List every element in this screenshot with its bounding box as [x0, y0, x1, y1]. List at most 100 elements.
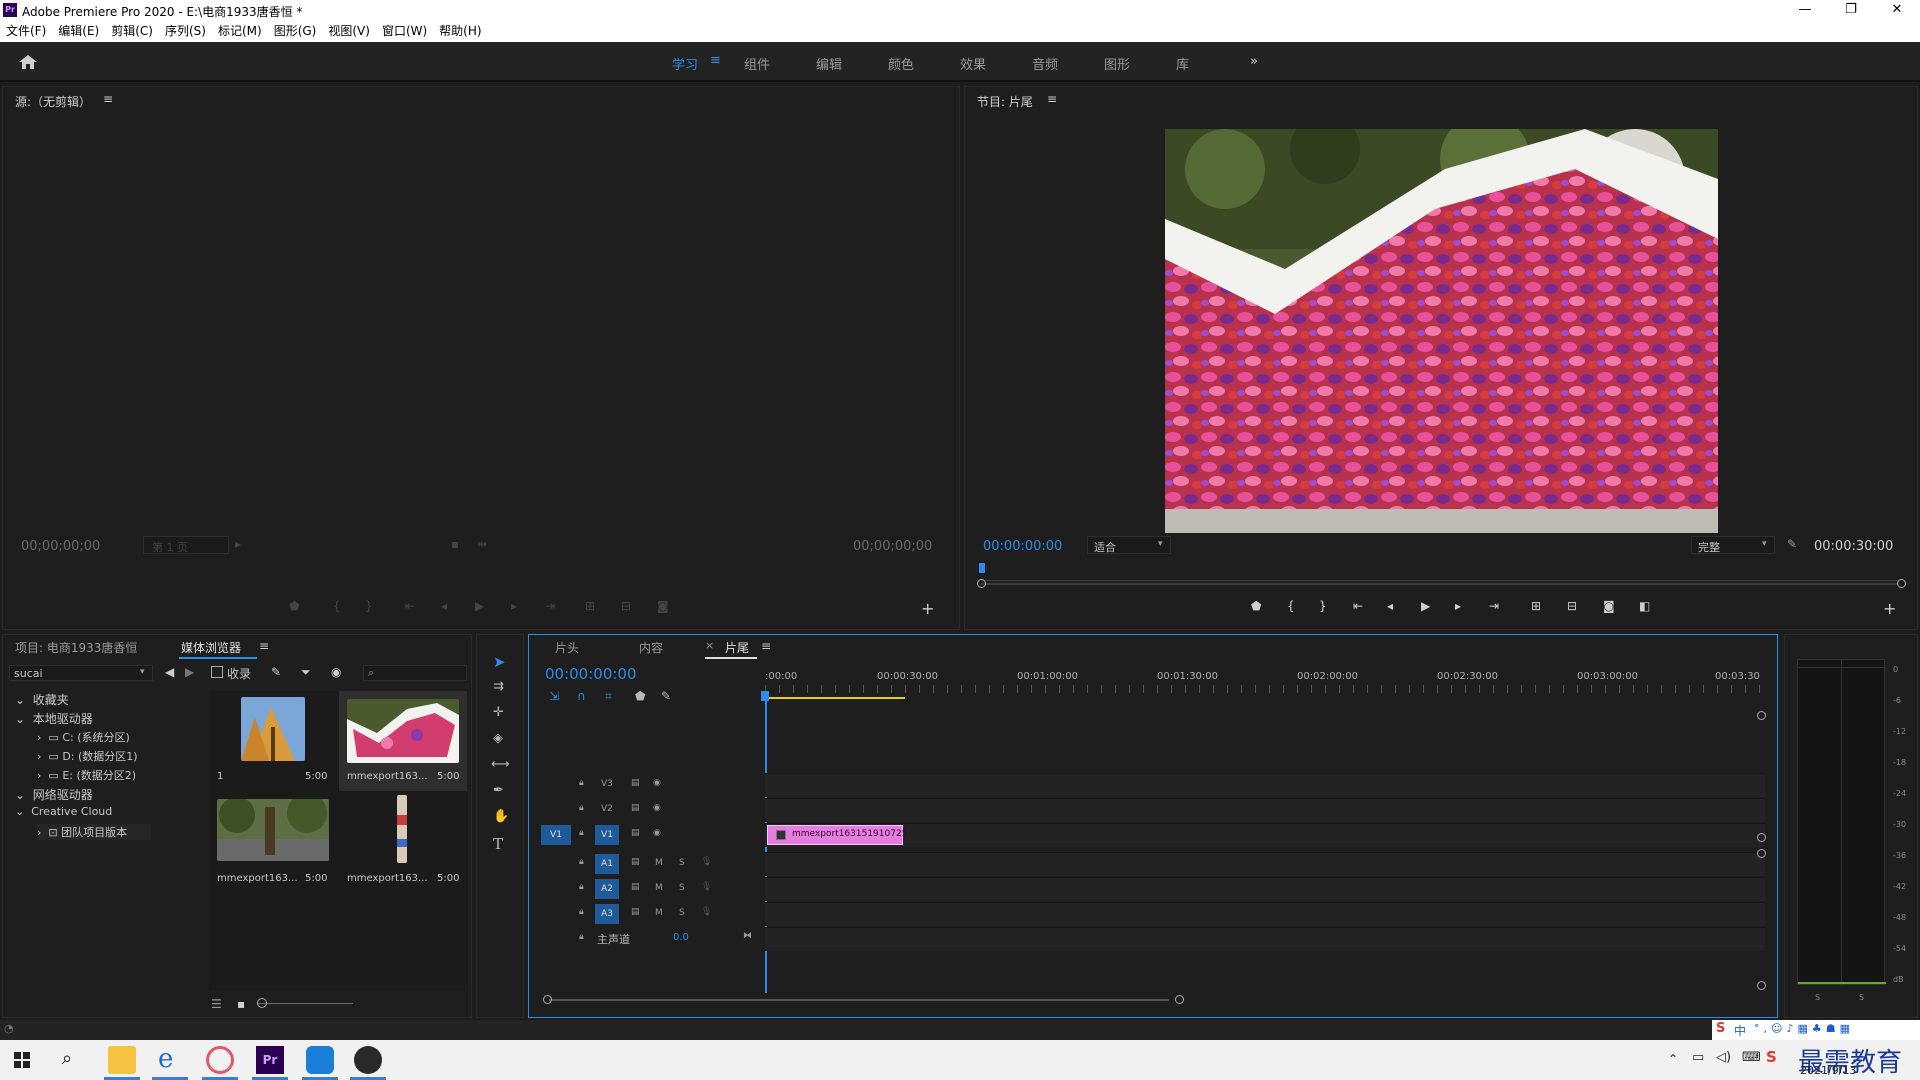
zoom-scrollbar[interactable] [981, 583, 1899, 585]
ingest-checkbox[interactable] [211, 666, 223, 678]
minimize-icon[interactable]: — [1782, 0, 1828, 20]
menu-sequence[interactable]: 序列(S) [159, 20, 212, 42]
settings-icon[interactable]: ▪ [451, 537, 459, 551]
play-icon[interactable]: ▶ [475, 599, 484, 613]
menu-view[interactable]: 视图(V) [322, 20, 376, 42]
close-icon[interactable]: ✕ [1874, 0, 1920, 20]
snap-icon[interactable]: ∩ [577, 689, 586, 703]
drag-icon[interactable]: ⇹ [477, 537, 487, 551]
eye-icon[interactable]: ◉ [653, 803, 661, 813]
tree-item-drive-c[interactable]: › ▭ C: (系统分区) [37, 729, 130, 745]
track-lane-a3[interactable] [765, 902, 1765, 926]
tree-item-drive-e[interactable]: › ▭ E: (数据分区2) [37, 767, 136, 783]
step-forward-icon[interactable]: ▸ [511, 599, 517, 613]
list-view-icon[interactable]: ☰ [211, 997, 222, 1011]
icon-view-icon[interactable]: ▪ [237, 997, 245, 1011]
page-next-icon[interactable]: ▸ [235, 537, 241, 551]
media-item[interactable]: mmexport163... 5:00 [209, 793, 337, 893]
mic-icon[interactable]: 🎙︎ [701, 907, 712, 917]
photos-app-icon[interactable] [354, 1046, 382, 1074]
menu-graphics[interactable]: 图形(G) [268, 20, 323, 42]
h-scroll-handle-right[interactable] [1175, 995, 1184, 1004]
go-to-out-icon[interactable]: ⇥ [1489, 599, 1499, 613]
menu-edit[interactable]: 编辑(E) [52, 20, 105, 42]
panel-menu-icon[interactable]: ≡ [761, 639, 771, 653]
lock-icon[interactable]: 🔒︎ [579, 828, 584, 838]
tray-chevron-icon[interactable]: ⌃ [1668, 1052, 1678, 1066]
forward-icon[interactable]: ▶ [185, 665, 194, 679]
tree-item-drive-d[interactable]: › ▭ D: (数据分区1) [37, 748, 138, 764]
menu-window[interactable]: 窗口(W) [376, 20, 433, 42]
solo-left-button[interactable]: S [1815, 993, 1820, 1002]
h-scroll-handle-left[interactable] [543, 995, 552, 1004]
marker-icon[interactable]: ⬟ [1251, 599, 1261, 613]
search-input[interactable]: ⌕ [363, 665, 467, 681]
quality-dropdown[interactable]: 完整 ▾ [1691, 536, 1775, 554]
solo-button[interactable]: S [679, 858, 685, 868]
ime-mode[interactable]: 中 [1734, 1022, 1746, 1039]
tab-close-icon[interactable]: × [705, 639, 714, 652]
screen-recorder-icon[interactable] [206, 1046, 234, 1074]
v-scroll-handle[interactable] [1757, 849, 1766, 858]
sync-lock-icon[interactable]: ▤ [631, 803, 640, 813]
v-scroll-handle[interactable] [1757, 833, 1766, 842]
eye-icon[interactable]: ◉ [653, 778, 661, 788]
go-to-in-icon[interactable]: ⇤ [1353, 599, 1363, 613]
lift-icon[interactable]: ⊞ [1531, 599, 1541, 613]
zoom-dropdown[interactable]: 适合 ▾ [1087, 536, 1171, 554]
hand-tool-icon[interactable]: ✋ [493, 809, 509, 824]
search-icon[interactable]: ⌕ [62, 1048, 72, 1069]
export-frame-icon[interactable]: ◙ [657, 599, 669, 613]
solo-right-button[interactable]: S [1859, 993, 1864, 1002]
ime-tool-icons[interactable]: °,☺♪▦♣☗▦ [1754, 1022, 1854, 1035]
go-to-out-icon[interactable]: ⇥ [545, 599, 555, 613]
linked-selection-icon[interactable]: ⌗ [605, 689, 612, 704]
type-tool-icon[interactable]: T [493, 835, 503, 853]
master-volume-value[interactable]: 0.0 [673, 932, 689, 943]
lock-icon[interactable]: 🔒︎ [579, 803, 584, 813]
timeline-settings-icon[interactable]: ✎ [661, 689, 671, 703]
panel-menu-icon[interactable]: ≡ [259, 639, 269, 653]
track-target-v1[interactable]: V1 [595, 825, 619, 845]
volume-icon[interactable]: ◁) [1716, 1050, 1731, 1065]
play-icon[interactable]: ▶ [1421, 599, 1430, 613]
go-to-in-icon[interactable]: ⇤ [405, 599, 415, 613]
razor-tool-icon[interactable]: ◈ [493, 731, 503, 746]
wrench-icon[interactable]: ✎ [1787, 537, 1797, 551]
program-scrub-ruler[interactable] [981, 565, 1899, 581]
mark-in-icon[interactable]: { [1287, 599, 1295, 613]
source-timecode-left[interactable]: 00;00;00;00 [21, 539, 100, 554]
tab-sequence-content[interactable]: 内容 [639, 639, 663, 656]
step-forward-icon[interactable]: ▸ [1455, 599, 1461, 613]
track-lane-v2[interactable] [765, 798, 1765, 822]
workspace-editing[interactable]: 编辑 [816, 54, 842, 73]
restore-icon[interactable]: ❐ [1828, 0, 1874, 20]
mute-button[interactable]: M [655, 858, 663, 868]
zoom-slider[interactable] [257, 1003, 353, 1004]
panel-menu-icon[interactable]: ≡ [1047, 92, 1057, 106]
wrench-icon[interactable]: ✎ [271, 665, 281, 679]
mute-button[interactable]: M [655, 883, 663, 893]
sync-lock-icon[interactable]: ▤ [631, 882, 640, 892]
tab-project[interactable]: 项目: 电商1933唐香恒 [15, 639, 137, 656]
zoom-slider-handle[interactable] [257, 998, 267, 1008]
track-select-tool-icon[interactable]: ⇉ [493, 679, 504, 694]
solo-button[interactable]: S [679, 883, 685, 893]
workspace-assembly[interactable]: 组件 [744, 54, 770, 73]
go-to-end-icon[interactable]: ⧓ [743, 931, 752, 941]
tree-item-creative-cloud[interactable]: ⌄ Creative Cloud [15, 805, 112, 818]
marker-icon[interactable]: ⬟ [289, 599, 299, 613]
export-frame-icon[interactable]: ◙ [1603, 599, 1615, 613]
mark-out-icon[interactable]: } [1319, 599, 1327, 613]
scroll-handle-right[interactable] [1897, 579, 1906, 588]
compare-icon[interactable]: ◧ [1639, 599, 1650, 613]
media-item-selected[interactable]: mmexport163... 5:00 [339, 691, 467, 791]
page-dropdown[interactable]: 第 1 页 [143, 536, 229, 554]
clock-date[interactable]: 2021/9/13 [1800, 1064, 1856, 1077]
premiere-taskbar-icon[interactable]: Pr [256, 1046, 284, 1074]
playhead-marker[interactable] [979, 563, 985, 573]
add-marker-icon[interactable]: ⬟ [635, 689, 645, 703]
sync-lock-icon[interactable]: ▤ [631, 907, 640, 917]
sync-lock-icon[interactable]: ▤ [631, 778, 640, 788]
ime-tray-icon[interactable]: ⌨ [1742, 1050, 1761, 1065]
